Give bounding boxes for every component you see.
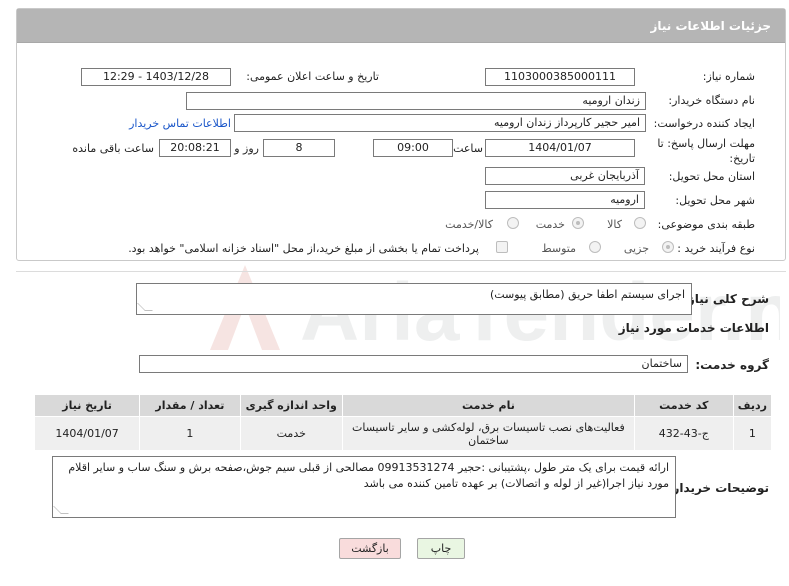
- process-radio-medium[interactable]: [589, 241, 601, 253]
- section-divider: [16, 271, 786, 272]
- col-service-name: نام خدمت: [341, 394, 635, 417]
- summary-text: اجرای سیستم اطفا حریق (مطابق پیوست): [489, 288, 685, 301]
- category-option-service: خدمت: [535, 218, 565, 231]
- need-number-label: شماره نیاز:: [702, 70, 755, 83]
- panel-title: جزئیات اطلاعات نیاز: [17, 9, 785, 43]
- service-group-label: گروه خدمت:: [695, 358, 769, 372]
- remaining-time-field[interactable]: 20:08:21: [159, 139, 231, 157]
- buyer-notes-field[interactable]: ارائه قیمت برای یک متر طول ،پشتیبانی :حج…: [52, 456, 676, 518]
- category-option-goods-service: کالا/خدمت: [445, 218, 493, 231]
- summary-label: شرح کلی نیاز:: [683, 292, 769, 306]
- creator-label: ایجاد کننده درخواست:: [653, 117, 755, 130]
- buyer-org-field[interactable]: زندان ارومیه: [186, 92, 646, 110]
- announce-datetime-field[interactable]: 1403/12/28 - 12:29: [81, 68, 231, 86]
- need-number-field[interactable]: 1103000385000111: [485, 68, 635, 86]
- table-header-row: ردیف کد خدمت نام خدمت واحد اندازه گیری ت…: [33, 394, 773, 417]
- back-button[interactable]: بازگشت: [339, 538, 401, 559]
- remaining-time-label: ساعت باقی مانده: [72, 142, 154, 155]
- col-service-code: کد خدمت: [633, 394, 734, 417]
- announce-datetime-label: تاریخ و ساعت اعلان عمومی:: [246, 70, 379, 83]
- cell-need-date: 1404/01/07: [33, 416, 141, 451]
- deadline-date-field[interactable]: 1404/01/07: [485, 139, 635, 157]
- city-label: شهر محل تحویل:: [675, 194, 755, 207]
- province-label: استان محل تحویل:: [668, 170, 755, 183]
- print-button[interactable]: چاپ: [417, 538, 465, 559]
- table-row[interactable]: 1 ج-43-432 فعالیت‌های نصب تاسیسات برق، ل…: [33, 416, 773, 451]
- cell-quantity: 1: [139, 416, 241, 451]
- service-group-field[interactable]: ساختمان: [139, 355, 688, 373]
- services-section-title: اطلاعات خدمات مورد نیاز: [618, 321, 769, 335]
- deadline-time-field[interactable]: 09:00: [373, 139, 453, 157]
- deadline-time-label: ساعت: [453, 142, 483, 155]
- remaining-days-field[interactable]: 8: [263, 139, 335, 157]
- col-quantity: تعداد / مقدار: [139, 394, 241, 417]
- process-option-minor: جزیی: [623, 242, 649, 255]
- creator-field[interactable]: امیر حجیر کارپرداز زندان ارومیه: [234, 114, 646, 132]
- process-type-label: نوع فرآیند خرید :: [677, 242, 755, 255]
- buyer-contact-link[interactable]: اطلاعات تماس خریدار: [129, 117, 231, 130]
- resize-grip-icon[interactable]: [137, 303, 153, 311]
- services-table: ردیف کد خدمت نام خدمت واحد اندازه گیری ت…: [33, 394, 773, 451]
- treasury-payment-checkbox[interactable]: [496, 241, 508, 253]
- col-unit: واحد اندازه گیری: [239, 394, 343, 417]
- cell-service-code: ج-43-432: [633, 416, 734, 451]
- category-option-goods: کالا: [607, 218, 622, 231]
- category-radio-goods-service[interactable]: [507, 217, 519, 229]
- category-radio-goods[interactable]: [634, 217, 646, 229]
- cell-service-name: فعالیت‌های نصب تاسیسات برق، لوله‌کشی و س…: [341, 416, 635, 451]
- resize-grip-icon[interactable]: [53, 506, 69, 514]
- buyer-org-label: نام دستگاه خریدار:: [668, 94, 755, 107]
- process-option-medium: متوسط: [541, 242, 576, 255]
- province-field[interactable]: آذربایجان غربی: [485, 167, 645, 185]
- buyer-notes-label: توضیحات خریدار:: [667, 481, 769, 495]
- process-radio-minor[interactable]: [662, 241, 674, 253]
- buyer-notes-text: ارائه قیمت برای یک متر طول ،پشتیبانی :حج…: [68, 461, 669, 490]
- summary-field[interactable]: اجرای سیستم اطفا حریق (مطابق پیوست): [136, 283, 692, 315]
- cell-unit: خدمت: [239, 416, 343, 451]
- category-radio-service[interactable]: [572, 217, 584, 229]
- col-index: ردیف: [732, 394, 773, 417]
- category-label: طبقه بندی موضوعی:: [657, 218, 755, 231]
- cell-index: 1: [732, 416, 773, 451]
- col-need-date: تاریخ نیاز: [33, 394, 141, 417]
- treasury-payment-note: پرداخت تمام یا بخشی از مبلغ خرید،از محل …: [128, 242, 479, 255]
- deadline-label: مهلت ارسال پاسخ: تا تاریخ:: [657, 137, 755, 165]
- city-field[interactable]: ارومیه: [485, 191, 645, 209]
- days-label: روز و: [234, 142, 259, 155]
